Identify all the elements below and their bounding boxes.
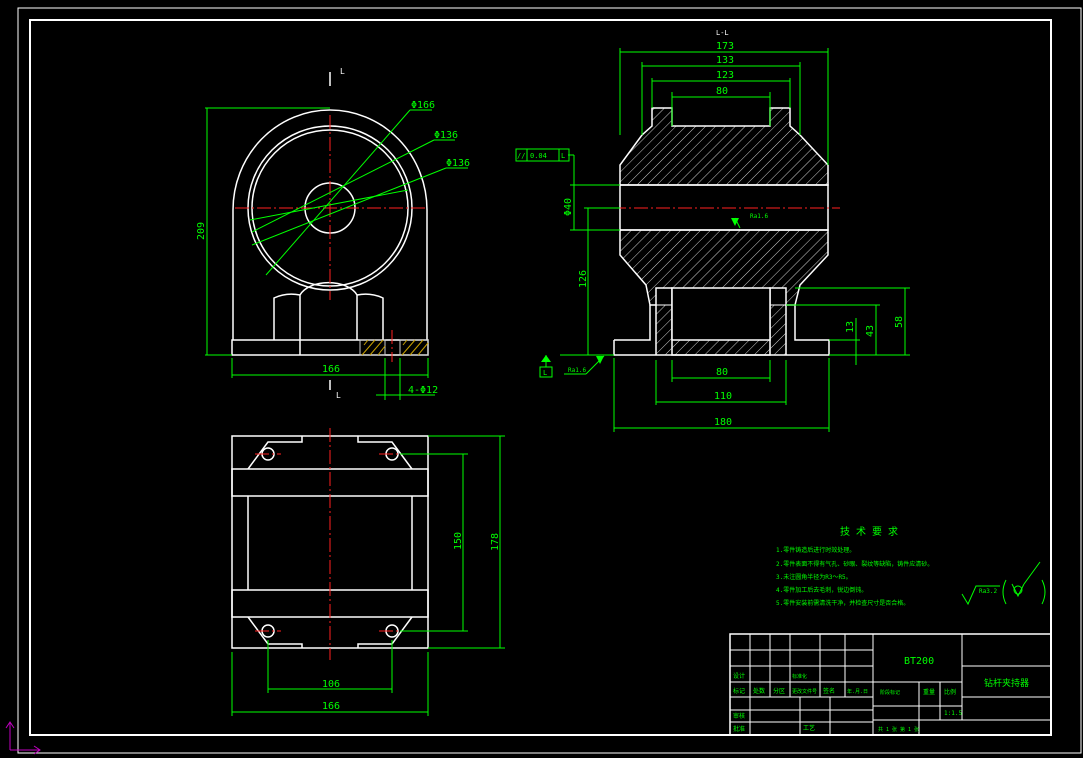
dim-d136-a: Φ136	[434, 130, 458, 141]
tech-item-1: 1.零件铸造后进行时效处理。	[776, 546, 855, 554]
tb-label-check: 审核	[733, 712, 745, 720]
datum-label: L	[543, 369, 547, 377]
tb-label-stage: 阶段标记	[880, 689, 900, 696]
tb-part-name: 钻杆夹持器	[984, 677, 1029, 689]
dim-178: 178	[490, 533, 501, 551]
dim-13: 13	[845, 321, 856, 333]
dim-bore: Φ40	[563, 198, 574, 216]
roughness-base: Ra1.6	[568, 367, 586, 374]
dim-43: 43	[865, 325, 876, 337]
tb-label-design: 设计	[733, 672, 745, 680]
tb-sheet-info: 共 1 张 第 1 张	[878, 726, 919, 733]
tech-item-3: 3.未注圆角半径为R3～R5。	[776, 573, 852, 581]
tb-label-count: 处数	[753, 687, 765, 695]
tb-label-change: 更改文件号	[792, 688, 817, 695]
tb-label-sign: 签名	[823, 687, 835, 695]
dim-150: 150	[453, 532, 464, 550]
dim-holes: 4-Φ12	[408, 385, 438, 396]
roughness-other: Ra3.2	[979, 588, 997, 595]
tech-title: 技 术 要 求	[840, 525, 898, 538]
dim-173: 173	[716, 41, 734, 52]
dim-d136-b: Φ136	[446, 158, 470, 169]
dim-133: 133	[716, 55, 734, 66]
tol-symbol: //	[517, 152, 525, 160]
section-mark-bottom: L	[336, 391, 341, 400]
dim-166-top: 166	[322, 701, 340, 712]
tb-label-zone: 分区	[773, 687, 785, 695]
tb-label-scale: 比例	[944, 688, 956, 696]
dim-width-166: 166	[322, 364, 340, 375]
dim-126: 126	[578, 270, 589, 288]
roughness-bore: Ra1.6	[750, 213, 768, 220]
tb-label-craft: 工艺	[803, 724, 815, 732]
dim-80-bottom: 80	[716, 367, 728, 378]
section-mark-top: L	[340, 67, 345, 76]
dim-58: 58	[894, 316, 905, 328]
tech-item-5: 5.零件安装前需清洗干净，并检查尺寸是否合格。	[776, 599, 909, 607]
tol-datum: L	[561, 152, 565, 160]
tech-item-4: 4.零件加工后去毛刺，锐边倒钝。	[776, 586, 867, 594]
dim-height-209: 209	[196, 222, 207, 240]
dim-80-top: 80	[716, 86, 728, 97]
tech-item-2: 2.零件表面不得有气孔、砂眼、裂纹等缺陷，铸件应清砂。	[776, 560, 933, 568]
cad-drawing: L L Φ166 Φ136 Φ136 209 166 4-Φ12 L-L // …	[0, 0, 1083, 758]
dim-106: 106	[322, 679, 340, 690]
tb-scale-value: 1:1.5	[944, 710, 962, 717]
tol-value: 0.04	[530, 152, 547, 160]
tb-label-weight: 重量	[923, 688, 935, 696]
section-title: L-L	[716, 29, 729, 37]
tb-drawing-code: BT200	[904, 656, 934, 667]
dim-180: 180	[714, 417, 732, 428]
dim-110: 110	[714, 391, 732, 402]
tb-label-mark: 标记	[733, 687, 745, 695]
tb-label-standard: 标准化	[792, 673, 807, 680]
dim-d166: Φ166	[411, 100, 435, 111]
tb-label-approve: 批准	[733, 725, 745, 733]
dim-123: 123	[716, 70, 734, 81]
tb-label-date: 年.月.日	[847, 688, 868, 695]
